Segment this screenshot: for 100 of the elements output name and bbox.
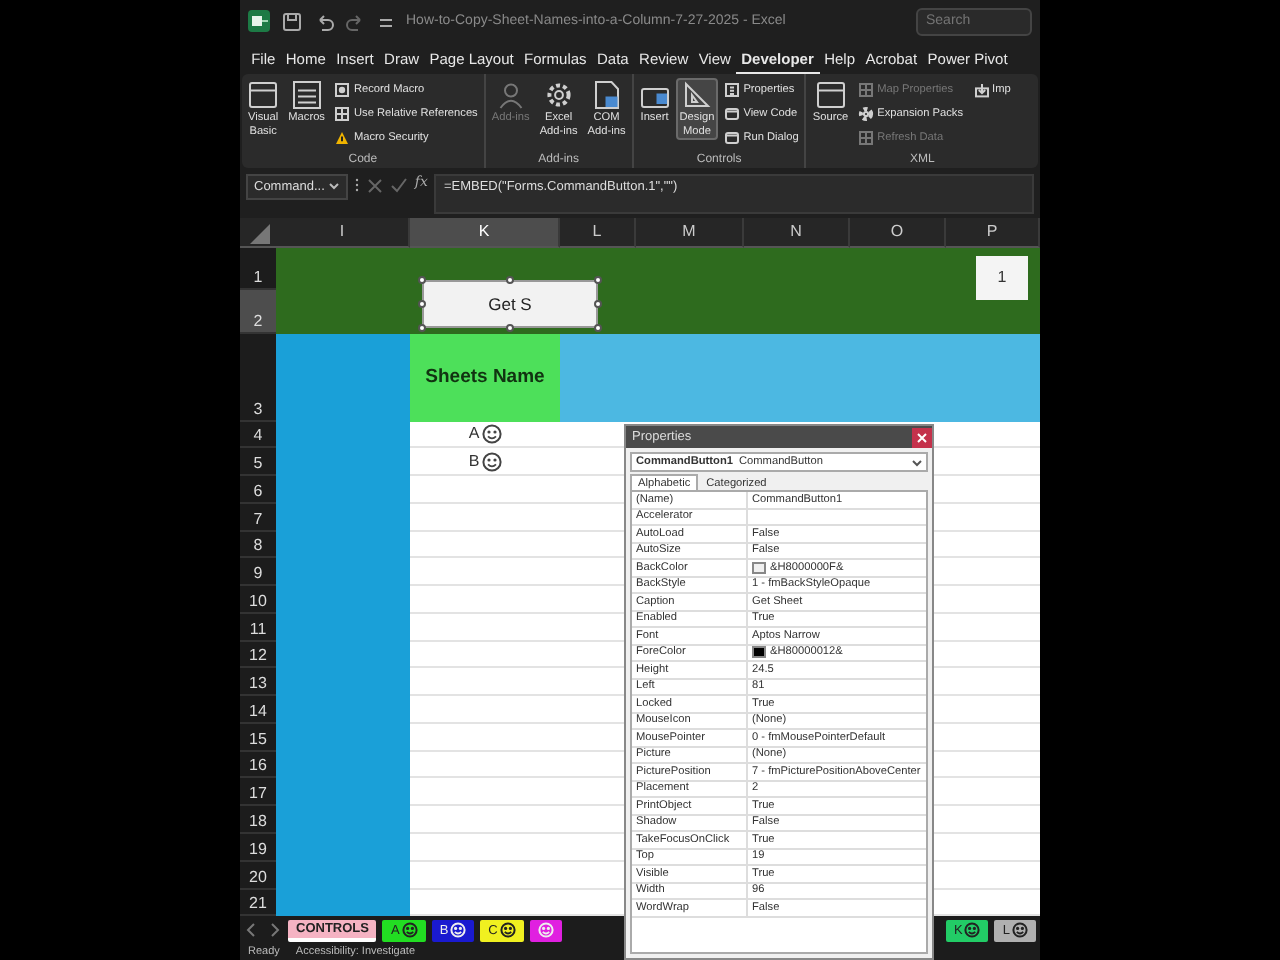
document-icon — [591, 80, 622, 111]
table-cell[interactable] — [410, 476, 560, 504]
row-header[interactable]: 2 — [240, 289, 276, 334]
window-icon — [724, 129, 741, 146]
table-cell[interactable] — [410, 806, 560, 835]
caret-icon — [328, 180, 341, 193]
table-cell[interactable] — [946, 586, 1040, 614]
row-header[interactable]: 1 — [240, 247, 276, 290]
table-cell[interactable] — [946, 723, 1040, 752]
selection-handle[interactable] — [418, 299, 426, 308]
next-sheet-icon[interactable] — [266, 920, 282, 941]
selection-handle[interactable] — [418, 275, 426, 284]
smiley-icon — [481, 451, 502, 472]
table-cell[interactable] — [946, 558, 1040, 587]
table-cell[interactable] — [946, 834, 1040, 862]
table-cell[interactable] — [410, 723, 560, 752]
table-cell[interactable] — [410, 668, 560, 697]
table-cell[interactable] — [946, 421, 1040, 449]
table-cell[interactable] — [410, 889, 560, 917]
warning-icon — [334, 129, 351, 146]
window-icon — [724, 105, 741, 122]
previous-sheet-icon[interactable] — [244, 920, 260, 941]
row-header[interactable]: 8 — [240, 531, 276, 559]
get-sheet-button[interactable]: Get S — [422, 279, 598, 328]
column-header[interactable]: L — [560, 217, 636, 248]
table-cell[interactable] — [276, 247, 410, 334]
gear-icon — [543, 80, 574, 111]
table-cell[interactable] — [946, 778, 1040, 807]
column-header[interactable]: N — [744, 217, 850, 248]
spreadsheet-logo-icon — [248, 10, 270, 33]
person-icon — [495, 80, 526, 111]
table-cell[interactable] — [276, 889, 410, 917]
table-cell[interactable] — [276, 333, 410, 422]
table-cell[interactable] — [946, 503, 1040, 532]
table-cell[interactable]: B — [410, 448, 560, 477]
gear-icon — [858, 105, 875, 122]
table-cell[interactable] — [946, 806, 1040, 835]
save-icon[interactable] — [282, 11, 302, 32]
table-cell[interactable] — [410, 613, 560, 642]
table-cell[interactable] — [946, 333, 1040, 422]
import-icon — [973, 81, 990, 98]
table-cell[interactable] — [410, 751, 560, 779]
table-cell[interactable] — [946, 641, 1040, 669]
column-header[interactable]: K — [410, 217, 560, 248]
column-header[interactable]: M — [636, 217, 744, 248]
table-cell[interactable] — [410, 778, 560, 807]
table-cell[interactable] — [946, 668, 1040, 697]
row-header[interactable]: 16 — [240, 751, 276, 779]
table-icon — [858, 81, 875, 98]
column-header[interactable]: O — [850, 217, 946, 248]
table-cell[interactable] — [946, 476, 1040, 504]
selection-handle[interactable] — [506, 323, 514, 332]
row-header[interactable]: 3 — [240, 333, 276, 422]
redo-icon[interactable] — [346, 11, 366, 32]
table-cell[interactable] — [410, 558, 560, 587]
table-cell[interactable]: Sheets Name — [410, 333, 560, 422]
table-cell[interactable]: A — [410, 421, 560, 449]
table-cell[interactable] — [946, 613, 1040, 642]
window-icon — [248, 80, 279, 111]
sheet-tab[interactable] — [529, 919, 562, 942]
list-icon — [291, 80, 322, 111]
table-cell[interactable] — [410, 586, 560, 614]
table-cell[interactable] — [410, 641, 560, 669]
selection-handle[interactable] — [506, 275, 514, 284]
close-icon — [916, 431, 928, 443]
selection-handle[interactable] — [594, 275, 602, 284]
selection-handle[interactable] — [418, 323, 426, 332]
table-icon — [858, 129, 875, 146]
table-cell[interactable] — [946, 861, 1040, 890]
table-cell[interactable] — [946, 889, 1040, 917]
sheet-name-text: A — [468, 424, 480, 443]
row-header[interactable]: 21 — [240, 889, 276, 917]
selection-handle[interactable] — [594, 299, 602, 308]
table-cell[interactable]: Get S — [410, 247, 636, 334]
row-header[interactable]: 12 — [240, 641, 276, 669]
table-cell[interactable] — [410, 696, 560, 724]
sheet-name-text: B — [468, 452, 480, 471]
selection-handle[interactable] — [594, 323, 602, 332]
table-cell[interactable] — [946, 696, 1040, 724]
cancel-icon[interactable] — [366, 173, 385, 196]
caret-icon — [912, 457, 922, 467]
window-icon — [815, 80, 846, 111]
record-icon — [334, 81, 351, 98]
column-header[interactable]: I — [276, 217, 410, 248]
table-cell[interactable] — [410, 503, 560, 532]
table-cell[interactable] — [946, 531, 1040, 559]
undo-icon[interactable] — [314, 11, 334, 32]
ruler-triangle-icon — [681, 80, 712, 111]
table-cell[interactable] — [410, 531, 560, 559]
close-button[interactable] — [912, 427, 932, 447]
table-cell[interactable] — [560, 333, 636, 422]
table-cell[interactable] — [410, 861, 560, 890]
check-icon[interactable] — [390, 173, 409, 196]
table-cell[interactable] — [410, 834, 560, 862]
column-header[interactable]: P — [946, 217, 1040, 248]
table-cell[interactable]: 1 — [946, 247, 1040, 334]
row-header[interactable]: 4 — [240, 421, 276, 449]
value-box: 1 — [976, 255, 1028, 300]
table-cell[interactable] — [946, 448, 1040, 477]
table-cell[interactable] — [946, 751, 1040, 779]
